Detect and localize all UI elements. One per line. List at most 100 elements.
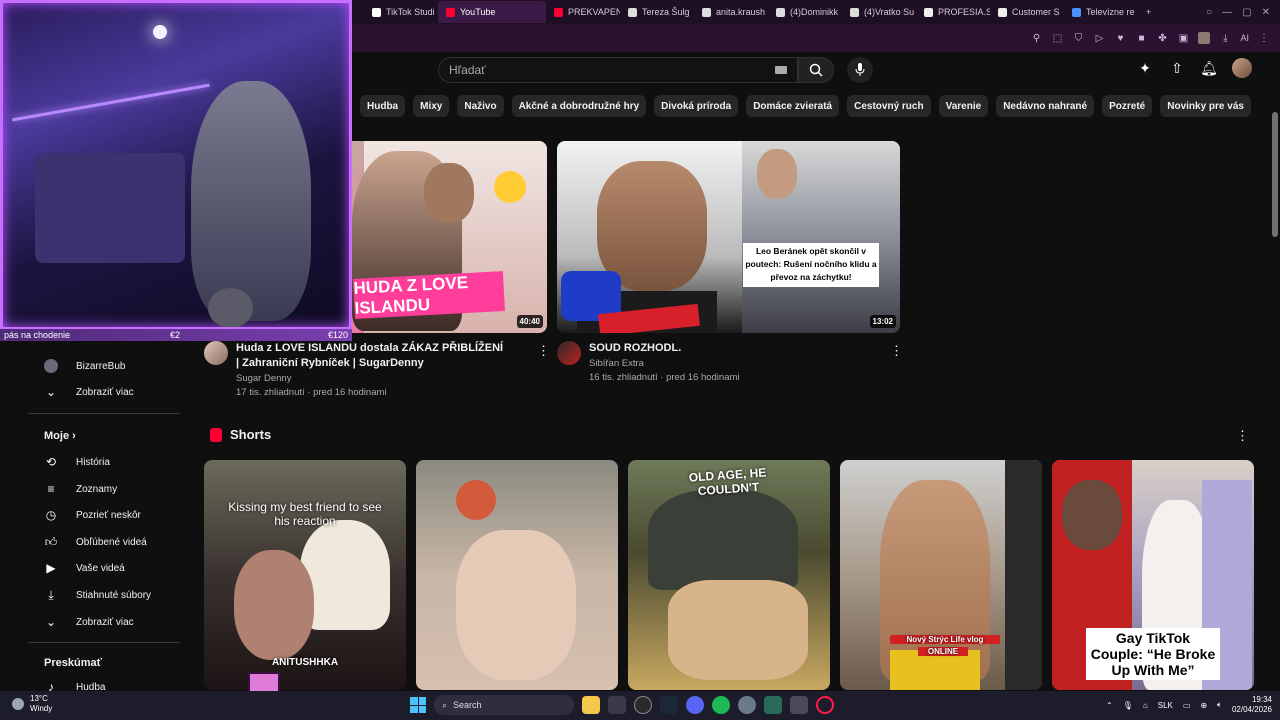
chevron-down-icon: ⌄ <box>45 615 57 629</box>
maximize-icon[interactable]: ▢ <box>1242 7 1251 18</box>
sidebar-item-stiahnute[interactable]: ⤓ Stiahnuté súbory <box>44 586 151 604</box>
steam-icon[interactable] <box>660 696 678 714</box>
short-card[interactable]: OLD AGE, HE COULDN'T <box>628 460 830 690</box>
mouse-icon[interactable]: ⌂ <box>1143 701 1148 710</box>
puzzle-icon[interactable]: ✤ <box>1156 32 1168 44</box>
tab-customer[interactable]: Customer S <box>990 1 1064 23</box>
discord-icon[interactable] <box>686 696 704 714</box>
video-thumbnail[interactable]: Leo Beránek opět skončil v poutech: Ruše… <box>557 141 900 333</box>
heart-icon[interactable]: ♥ <box>1114 32 1126 44</box>
shield-icon[interactable]: ⛉ <box>1072 32 1084 44</box>
app-icon[interactable] <box>764 696 782 714</box>
video-channel[interactable]: Sugar Denny <box>236 373 291 384</box>
chip-mixy[interactable]: Mixy <box>413 95 450 117</box>
more-options-icon[interactable]: ⋮ <box>1236 428 1249 444</box>
search-button[interactable] <box>798 57 834 83</box>
play-icon[interactable]: ▷ <box>1093 32 1105 44</box>
voice-search-button[interactable] <box>847 57 873 83</box>
short-card[interactable]: Gay TikTok Couple: “He Broke Up With Me” <box>1052 460 1254 690</box>
extension-icon[interactable]: ■ <box>1135 32 1147 44</box>
emoji-icon <box>494 171 526 203</box>
short-card[interactable]: Nový Strýc Life vlog ONLINE <box>840 460 1042 690</box>
store-icon[interactable] <box>608 696 626 714</box>
sidebar-item-oblubene[interactable]: 👍︎ Obľúbené videá <box>44 533 147 551</box>
upload-icon[interactable]: ⇧ <box>1168 59 1186 77</box>
video-title[interactable]: Huda z LOVE ISLANDU dostala ZÁKAZ PŘIBLÍ… <box>236 341 506 371</box>
screenshot-icon[interactable]: ⬚ <box>1051 32 1063 44</box>
tab-dominik[interactable]: (4)Dominikk <box>768 1 842 23</box>
volume-icon[interactable]: 🔈︎ <box>1217 700 1222 710</box>
account-avatar[interactable] <box>1232 58 1252 78</box>
file-explorer-icon[interactable] <box>582 696 600 714</box>
settings-icon[interactable] <box>738 696 756 714</box>
tab-profesia[interactable]: PROFESIA.S <box>916 1 990 23</box>
tab-prekvapen[interactable]: PREKVAPEN <box>546 1 620 23</box>
app-icon[interactable] <box>790 696 808 714</box>
obs-icon[interactable] <box>634 696 652 714</box>
video-title[interactable]: SOUD ROZHODL. <box>589 341 859 356</box>
video-duration: 13:02 <box>869 315 896 328</box>
video-card[interactable]: Leo Beránek opět skončil v poutech: Ruše… <box>557 141 903 383</box>
keyboard-icon[interactable] <box>775 66 787 74</box>
extension-icon[interactable]: ✦ <box>1136 59 1154 77</box>
minimize-icon[interactable]: — <box>1222 7 1232 18</box>
scrollbar-thumb[interactable] <box>1272 112 1278 237</box>
display-icon[interactable]: ▭ <box>1183 701 1191 710</box>
search-tabs-icon[interactable]: ○ <box>1206 7 1212 18</box>
microphone-icon[interactable]: 🎙︎ <box>1123 701 1133 710</box>
tab-youtube[interactable]: YouTube <box>438 1 546 23</box>
language-indicator[interactable]: SLK <box>1158 701 1173 710</box>
chip-hudba[interactable]: Hudba <box>360 95 406 117</box>
clock[interactable]: 19:34 02/04/2026 <box>1232 695 1272 715</box>
ai-button[interactable]: AI <box>1240 33 1249 43</box>
short-card[interactable] <box>416 460 618 690</box>
spotify-icon[interactable] <box>712 696 730 714</box>
close-icon[interactable]: ✕ <box>1262 7 1270 18</box>
chip-akcne-hry[interactable]: Akčné a dobrodružné hry <box>511 95 647 117</box>
sidebar: BizarreBub ⌄ Zobraziť viac Moje › ⟲ Hist… <box>28 341 188 694</box>
tab-vratko[interactable]: (4)Vratko Su <box>842 1 916 23</box>
sidebar-show-more[interactable]: ⌄ Zobraziť viac <box>44 613 134 631</box>
chip-domace-zvierata[interactable]: Domáce zvieratá <box>746 95 840 117</box>
opera-icon[interactable] <box>816 696 834 714</box>
channel-avatar[interactable] <box>557 341 581 365</box>
chip-divoka-priroda[interactable]: Divoká príroda <box>654 95 739 117</box>
windows-start-icon[interactable] <box>410 697 426 713</box>
sidebar-section-moje[interactable]: Moje › <box>44 430 76 442</box>
page-scrollbar[interactable] <box>1270 52 1280 691</box>
menu-icon[interactable]: ⋮ <box>1258 32 1270 44</box>
profile-avatar-icon[interactable] <box>1198 32 1211 44</box>
sidebar-item-pozriet-neskor[interactable]: ◷ Pozrieť neskôr <box>44 506 141 524</box>
short-card[interactable]: Kissing my best friend to see his reacti… <box>204 460 406 690</box>
sidebar-item-historia[interactable]: ⟲ História <box>44 453 110 471</box>
weather-widget[interactable]: 13°C Windy <box>12 694 52 714</box>
more-options-icon[interactable]: ⋮ <box>537 343 550 359</box>
bell-icon[interactable]: 🔔︎ <box>1200 59 1218 77</box>
chevron-up-icon[interactable]: ⌃ <box>1106 701 1113 710</box>
channel-avatar[interactable] <box>204 341 228 365</box>
video-channel[interactable]: Sibířan Extra <box>589 358 644 369</box>
shorts-title: Shorts <box>230 427 272 442</box>
new-tab-button[interactable]: + <box>1138 1 1158 23</box>
sidebar-show-more[interactable]: ⌄ Zobraziť viac <box>44 383 134 401</box>
sidebar-item-vase-videa[interactable]: ▶ Vaše videá <box>44 559 124 577</box>
network-icon[interactable]: ⊕ <box>1200 701 1207 710</box>
sidebar-item-bizarrebub[interactable]: BizarreBub <box>44 357 125 375</box>
search-input[interactable]: Hľadať <box>438 57 798 83</box>
chip-nazivo[interactable]: Naživo <box>457 95 504 117</box>
sidebar-item-zoznamy[interactable]: ≡ Zoznamy <box>44 480 117 498</box>
pin-icon[interactable]: ⚲ <box>1030 32 1042 44</box>
tab-televizne[interactable]: Televízne re <box>1064 1 1138 23</box>
more-options-icon[interactable]: ⋮ <box>890 343 903 359</box>
chip-nedavno-nahrane[interactable]: Nedávno nahrané <box>996 95 1095 117</box>
download-icon[interactable]: ⤓ <box>1219 32 1231 44</box>
wallet-icon[interactable]: ▣ <box>1177 32 1189 44</box>
chip-cestovny-ruch[interactable]: Cestovný ruch <box>847 95 931 117</box>
taskbar-search[interactable]: ⌕ Search <box>434 695 574 715</box>
tab-tiktok-studio[interactable]: TikTok Studi <box>364 1 438 23</box>
chip-pozrete[interactable]: Pozreté <box>1102 95 1153 117</box>
chip-varenie[interactable]: Varenie <box>938 95 989 117</box>
tab-anita[interactable]: anita.kraush <box>694 1 768 23</box>
chip-novinky[interactable]: Novinky pre vás <box>1160 95 1251 117</box>
tab-tereza[interactable]: Tereza Šulg <box>620 1 694 23</box>
